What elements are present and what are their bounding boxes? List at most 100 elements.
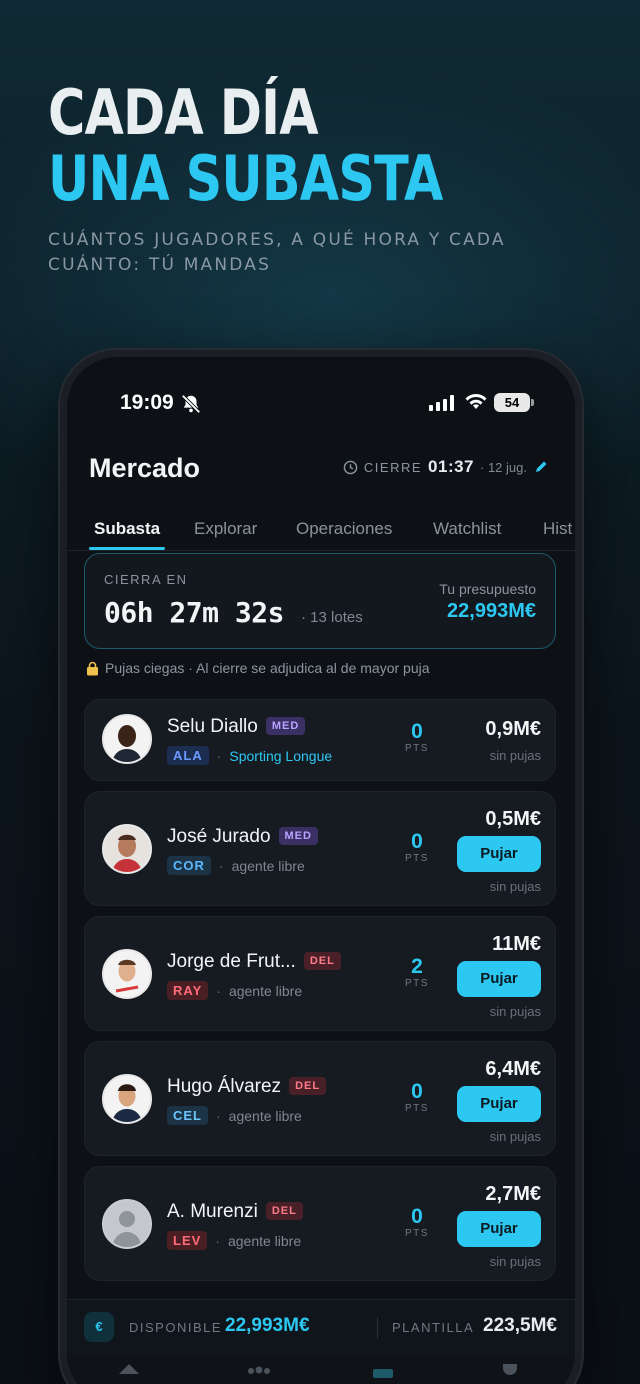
phone-frame: 19:09 54 Mercado CIERRE 01:37 · 12 jug. … — [60, 350, 582, 1384]
position-badge: MED — [265, 717, 306, 735]
points-label: PTS — [405, 743, 429, 754]
player-name-text: José Jurado — [167, 826, 271, 847]
tab-historial[interactable]: Hist — [543, 519, 572, 539]
active-tab-indicator — [89, 547, 165, 550]
edit-icon[interactable] — [533, 459, 549, 475]
player-card-selu-diallo[interactable]: Selu Diallo MED ALA · Sporting Longue 0 P… — [84, 699, 556, 781]
timer-label: CIERRA EN — [104, 572, 188, 587]
bid-status: sin pujas — [489, 879, 541, 894]
team-badge: LEV — [167, 1231, 208, 1250]
player-name-text: Selu Diallo — [167, 716, 258, 737]
player-price: 11M€ — [492, 933, 541, 955]
battery-tip — [531, 399, 534, 406]
team-badge: RAY — [167, 981, 209, 1000]
bid-status: sin pujas — [489, 1004, 541, 1019]
player-points: 2 PTS — [392, 955, 442, 989]
lock-icon — [87, 661, 98, 675]
player-card-jorge-de-frutos[interactable]: Jorge de Frut... DEL RAY · agente libre 2… — [84, 916, 556, 1031]
points-value: 0 — [411, 1205, 423, 1228]
position-badge: DEL — [289, 1077, 327, 1095]
points-value: 0 — [411, 720, 423, 743]
bottom-nav — [67, 1356, 575, 1384]
tab-bar: Subasta Explorar Operaciones Watchlist H… — [67, 507, 575, 551]
points-label: PTS — [405, 853, 429, 864]
player-points: 0 PTS — [392, 720, 442, 754]
page-title: Mercado — [89, 453, 201, 483]
euro-icon: € — [84, 1312, 114, 1342]
points-value: 0 — [411, 830, 423, 853]
blind-bid-notice: Pujas ciegas · Al cierre se adjudica al … — [86, 660, 430, 676]
bid-button[interactable]: Pujar — [457, 1086, 541, 1122]
player-name: Selu Diallo MED — [167, 716, 306, 738]
player-name-text: Hugo Álvarez — [167, 1076, 282, 1097]
player-team-row: LEV · agente libre — [167, 1231, 301, 1250]
separator-dot: · — [215, 1232, 220, 1249]
player-avatar-placeholder — [102, 1199, 152, 1249]
points-label: PTS — [405, 1103, 429, 1114]
status-bar: 19:09 54 — [67, 385, 575, 419]
player-name: Jorge de Frut... DEL — [167, 951, 341, 973]
player-name-text: A. Murenzi — [167, 1201, 258, 1222]
club-name: agente libre — [231, 857, 305, 874]
status-time: 19:09 — [120, 391, 174, 414]
hero-line-2: UNA SUBASTA — [48, 142, 443, 215]
hero-heading: CADA DÍA UNA SUBASTA — [48, 80, 529, 212]
position-badge: MED — [278, 827, 318, 845]
player-price: 0,9M€ — [485, 718, 541, 740]
player-price: 2,7M€ — [485, 1183, 541, 1205]
bid-button[interactable]: Pujar — [457, 836, 541, 872]
bid-status: sin pujas — [489, 1254, 541, 1269]
team-badge: COR — [167, 856, 211, 875]
home-icon[interactable] — [117, 1364, 141, 1376]
player-price: 6,4M€ — [485, 1058, 541, 1080]
hero-line-1: CADA DÍA — [48, 76, 319, 149]
close-label: CIERRE — [363, 459, 423, 475]
tab-subasta[interactable]: Subasta — [94, 519, 160, 539]
team-badge: ALA — [167, 746, 209, 765]
player-points: 0 PTS — [392, 1205, 442, 1239]
budget-value: 22,993M€ — [447, 600, 536, 622]
available-label: DISPONIBLE — [129, 1320, 223, 1335]
tab-explorar[interactable]: Explorar — [194, 519, 257, 539]
club-name: agente libre — [228, 1107, 302, 1124]
player-card-jose-jurado[interactable]: José Jurado MED COR · agente libre 0 PTS … — [84, 791, 556, 906]
club-name[interactable]: Sporting Longue — [229, 748, 332, 764]
tab-watchlist[interactable]: Watchlist — [433, 519, 501, 539]
market-icon[interactable] — [372, 1368, 394, 1378]
footer-divider — [377, 1317, 378, 1339]
player-team-row: CEL · agente libre — [167, 1106, 302, 1125]
phone-screen: 19:09 54 Mercado CIERRE 01:37 · 12 jug. … — [67, 357, 575, 1384]
player-name: José Jurado MED — [167, 826, 318, 848]
squad-value: 223,5M€ — [483, 1315, 557, 1336]
position-badge: DEL — [303, 952, 341, 970]
bid-button[interactable]: Pujar — [457, 1211, 541, 1247]
player-avatar — [102, 824, 152, 874]
team-icon[interactable] — [245, 1366, 273, 1376]
budget-footer: € DISPONIBLE 22,993M€ PLANTILLA 223,5M€ — [67, 1299, 575, 1355]
position-badge: DEL — [265, 1202, 303, 1220]
team-badge: CEL — [167, 1106, 208, 1125]
separator-dot: · — [216, 982, 221, 999]
player-price: 0,5M€ — [485, 808, 541, 830]
player-avatar — [102, 949, 152, 999]
player-avatar — [102, 714, 152, 764]
market-close-info: CIERRE 01:37 · 12 jug. — [343, 457, 549, 477]
points-value: 2 — [411, 955, 423, 978]
bid-button[interactable]: Pujar — [457, 961, 541, 997]
signal-icon — [429, 395, 454, 411]
notice-text: Pujas ciegas · Al cierre se adjudica al … — [105, 660, 430, 676]
tab-operaciones[interactable]: Operaciones — [296, 519, 392, 539]
club-name: agente libre — [228, 982, 303, 999]
player-card-a-murenzi[interactable]: A. Murenzi DEL LEV · agente libre 0 PTS 2… — [84, 1166, 556, 1281]
lots-count: · 13 lotes — [301, 609, 363, 626]
battery-icon: 54 — [494, 393, 530, 412]
trophy-icon[interactable] — [499, 1364, 521, 1376]
player-name: A. Murenzi DEL — [167, 1201, 303, 1223]
player-card-hugo-alvarez[interactable]: Hugo Álvarez DEL CEL · agente libre 0 PTS… — [84, 1041, 556, 1156]
budget-label: Tu presupuesto — [439, 581, 536, 597]
wifi-icon — [465, 394, 487, 409]
points-label: PTS — [405, 978, 429, 989]
points-value: 0 — [411, 1080, 423, 1103]
close-time: 01:37 — [428, 457, 475, 476]
player-name: Hugo Álvarez DEL — [167, 1076, 327, 1098]
